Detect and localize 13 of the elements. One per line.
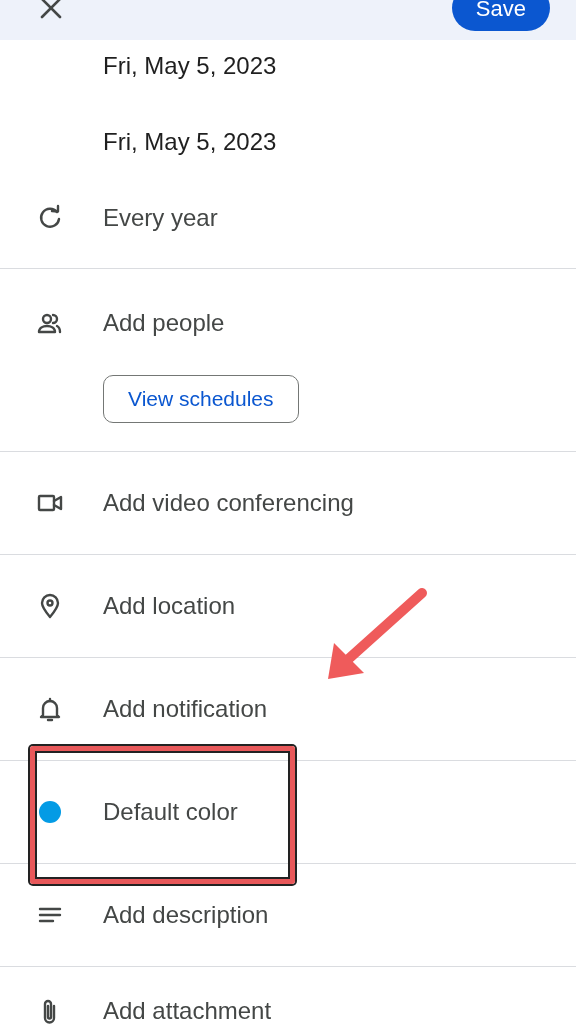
row-label[interactable]: Add video conferencing (103, 485, 354, 521)
row-label[interactable]: Add notification (103, 691, 268, 727)
row-label: Default color (103, 797, 238, 827)
row-label[interactable]: Every year (103, 200, 218, 236)
view-schedules-button[interactable]: View schedules (103, 375, 299, 423)
row-label[interactable]: Add description (103, 897, 269, 933)
save-button[interactable]: Save (451, 0, 550, 31)
row-label[interactable]: Add attachment (103, 993, 272, 1024)
date-field[interactable]: Fri, May 5, 2023 (103, 124, 277, 160)
row-label[interactable]: Add location (103, 588, 236, 624)
close-icon[interactable] (38, 0, 64, 21)
date-field[interactable]: Fri, May 5, 2023 (103, 48, 277, 84)
row-label[interactable]: Add people (103, 305, 225, 341)
